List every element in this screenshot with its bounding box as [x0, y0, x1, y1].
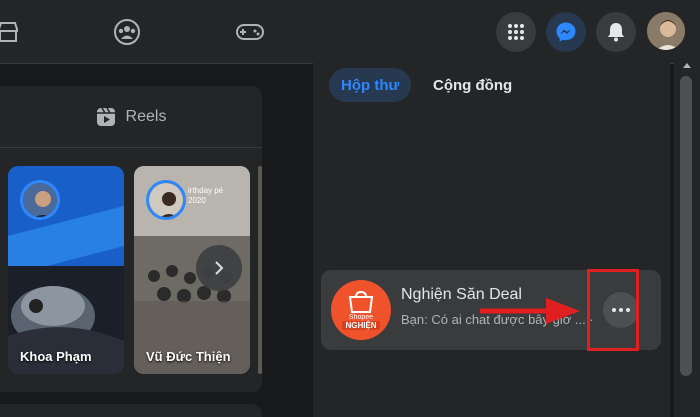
scroll-up-icon[interactable]	[674, 58, 700, 72]
messenger-panel: Hộp thư Cộng đồng Shopee NGHIỆN Nghiện S…	[313, 54, 670, 417]
tab-reels[interactable]: Reels	[0, 86, 262, 148]
messenger-button[interactable]	[546, 12, 586, 52]
menu-grid-button[interactable]	[496, 12, 536, 52]
chevron-right-icon	[215, 261, 224, 275]
store-icon[interactable]	[0, 14, 26, 50]
messenger-icon	[556, 22, 576, 42]
profile-avatar[interactable]	[645, 10, 687, 52]
story-avatar	[20, 180, 60, 220]
scrollbar-thumb[interactable]	[680, 76, 692, 376]
gaming-icon[interactable]	[232, 14, 268, 50]
avatar-label: NGHIỆN	[342, 320, 380, 330]
tab-communities[interactable]: Cộng đồng	[421, 68, 524, 102]
story-author-name: Vũ Đức Thiện	[146, 349, 231, 364]
avatar-brand-text: Shopee	[348, 313, 374, 321]
story-author-name: Khoa Phạm	[20, 349, 92, 364]
menu-grid-icon	[508, 24, 524, 40]
feed-card	[0, 404, 262, 417]
annotation-highlight-box	[587, 269, 639, 351]
story-avatar	[146, 180, 186, 220]
stories-next-button[interactable]	[196, 245, 242, 291]
reels-label: Reels	[125, 107, 167, 125]
tab-inbox[interactable]: Hộp thư	[329, 68, 412, 102]
stories-card: Reels Khoa Phạm irthday pé 2020 Vũ Đức T…	[0, 86, 262, 392]
story-overlay-text: irthday pé 2020	[188, 186, 224, 205]
reels-icon	[96, 107, 115, 126]
annotation-arrow-icon	[480, 298, 580, 324]
shopping-bag-icon	[348, 290, 374, 313]
notifications-icon	[608, 23, 624, 42]
conversation-avatar: Shopee NGHIỆN	[331, 280, 391, 340]
story-card[interactable]: Khoa Phạm	[8, 166, 124, 374]
scrollbar[interactable]	[674, 54, 700, 417]
notifications-button[interactable]	[596, 12, 636, 52]
story-card-partial	[258, 166, 262, 374]
groups-icon[interactable]	[109, 14, 145, 50]
